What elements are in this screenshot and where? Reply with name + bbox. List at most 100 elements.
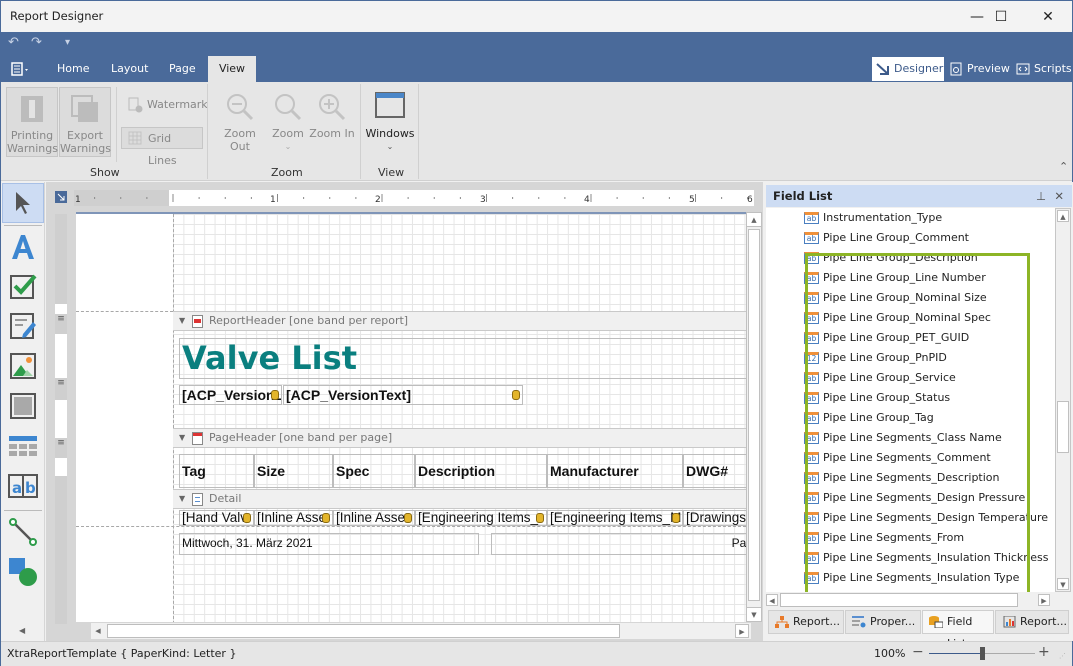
tab-home[interactable]: Home xyxy=(47,56,99,82)
app-menu-button[interactable] xyxy=(5,56,37,82)
detail-field-cell[interactable]: [Engineering Items_ xyxy=(415,510,547,526)
field-list-item[interactable]: 12 Pipe Line Group_PnPID xyxy=(804,348,947,368)
scroll-thumb[interactable] xyxy=(107,624,620,638)
resize-grip-icon[interactable]: ⋰ xyxy=(1059,652,1066,660)
collapse-triangle-icon[interactable]: ▼ xyxy=(179,429,185,447)
detail-field-cell[interactable]: [Drawings xyxy=(683,510,748,526)
field-list-item[interactable]: ab Pipe Line Group_Nominal Spec xyxy=(804,308,991,328)
column-header-cell[interactable]: Size xyxy=(254,454,333,488)
pin-icon[interactable]: ⊥ xyxy=(1036,185,1046,207)
zoom-dropdown-button[interactable]: Zoom ⌄ xyxy=(269,92,307,157)
field-list-item[interactable]: ab Pipe Line Segments_Description xyxy=(804,468,1000,488)
tool-line[interactable] xyxy=(6,515,40,549)
scroll-right-icon[interactable]: ▶ xyxy=(735,624,749,638)
field-list-vertical-scrollbar[interactable]: ▲ ▼ xyxy=(1055,208,1071,592)
scroll-thumb[interactable] xyxy=(1057,401,1069,453)
field-list-item[interactable]: ab Pipe Line Group_Comment xyxy=(804,228,969,248)
tool-panel[interactable] xyxy=(6,389,40,423)
footer-date-field[interactable]: Mittwoch, 31. März 2021 xyxy=(179,533,479,555)
tab-layout[interactable]: Layout xyxy=(101,56,158,82)
tool-pointer[interactable] xyxy=(2,183,44,223)
collapse-triangle-icon[interactable]: ▼ xyxy=(179,490,185,508)
field-list-item[interactable]: ab Instrumentation_Type xyxy=(804,208,942,228)
tab-designer[interactable]: Designer xyxy=(872,57,944,81)
version-text-field[interactable]: [ACP_VersionText] xyxy=(283,385,523,405)
tool-table[interactable] xyxy=(6,429,40,463)
tool-checkbox[interactable] xyxy=(6,269,40,303)
tab-view[interactable]: View xyxy=(208,56,256,82)
band-splitter[interactable]: ≡ xyxy=(55,314,67,334)
scroll-left-icon[interactable]: ◀ xyxy=(91,624,105,638)
column-header-cell[interactable]: Description xyxy=(415,454,547,488)
detail-field-cell[interactable]: [Engineering Items_M xyxy=(547,510,683,526)
design-vertical-scrollbar[interactable]: ▲ ▼ xyxy=(746,212,762,622)
field-list-item[interactable]: ab Pipe Line Segments_Insulation Type xyxy=(804,568,1019,588)
windows-button[interactable]: Windows ⌄ xyxy=(365,92,415,157)
column-header-cell[interactable]: Spec xyxy=(333,454,415,488)
close-panel-icon[interactable]: ✕ xyxy=(1054,185,1064,207)
grid-lines-button[interactable]: Grid Lines xyxy=(121,127,203,167)
panel-tab-report-gallery[interactable]: Report... xyxy=(995,610,1069,634)
customize-qat-button[interactable]: ▾ xyxy=(65,37,70,48)
tab-scripts[interactable]: Scripts xyxy=(1012,57,1073,81)
ruler-corner-button[interactable] xyxy=(55,191,67,203)
column-header-cell[interactable]: Manufacturer xyxy=(547,454,683,488)
tool-rich-text[interactable] xyxy=(6,309,40,343)
scroll-thumb[interactable] xyxy=(748,229,760,601)
tool-label[interactable] xyxy=(6,230,40,264)
tool-shape[interactable] xyxy=(6,555,40,589)
tool-character-comb[interactable]: ab xyxy=(6,469,40,503)
toolbox-scroll-left[interactable]: ◀ xyxy=(19,626,25,635)
column-header-cell[interactable]: DWG# xyxy=(683,454,748,488)
version-label-field[interactable]: [ACP_VersionL xyxy=(179,385,282,405)
detail-field-cell[interactable]: [Hand Valv xyxy=(179,510,254,526)
field-list-horizontal-scrollbar[interactable]: ◀ ▶ xyxy=(766,593,1055,608)
maximize-button[interactable]: ☐ xyxy=(978,1,1024,32)
scroll-right-icon[interactable]: ▶ xyxy=(1038,594,1050,606)
detail-field-cell[interactable]: [Inline Asset xyxy=(333,510,415,526)
collapse-triangle-icon[interactable]: ▼ xyxy=(179,312,185,330)
scroll-up-icon[interactable]: ▲ xyxy=(747,213,761,227)
band-splitter[interactable]: ≡ xyxy=(55,438,67,458)
band-page-header[interactable]: ▼ PageHeader [one band per page] xyxy=(173,428,748,448)
field-list-item[interactable]: ab Pipe Line Segments_Design Pressure xyxy=(804,488,1025,508)
panel-tab-properties[interactable]: Proper... xyxy=(845,610,921,634)
redo-button[interactable]: ↷ xyxy=(31,35,42,50)
field-list-item[interactable]: ab Pipe Line Segments_From xyxy=(804,528,964,548)
detail-field-cell[interactable]: [Inline Asse xyxy=(254,510,333,526)
scroll-thumb[interactable] xyxy=(780,593,1018,607)
collapse-ribbon-button[interactable]: ⌃ xyxy=(1059,160,1068,173)
undo-button[interactable]: ↶ xyxy=(8,35,19,50)
tab-preview[interactable]: Preview xyxy=(945,57,1014,81)
zoom-slider-thumb[interactable] xyxy=(980,647,985,660)
band-detail[interactable]: ▼ Detail xyxy=(173,489,748,509)
field-list-item[interactable]: ab Pipe Line Segments_Comment xyxy=(804,448,991,468)
scroll-down-icon[interactable]: ▼ xyxy=(747,607,761,621)
field-list-item[interactable]: ab Pipe Line Group_Service xyxy=(804,368,956,388)
field-list-item[interactable]: ab Pipe Line Group_Tag xyxy=(804,408,934,428)
tab-page[interactable]: Page xyxy=(159,56,206,82)
tool-picture[interactable] xyxy=(6,349,40,383)
panel-tab-field-list[interactable]: Field List xyxy=(922,610,994,650)
band-splitter[interactable]: ≡ xyxy=(55,378,67,400)
watermark-button[interactable]: Watermark xyxy=(121,94,208,116)
field-list-item[interactable]: ab Pipe Line Segments_Insulation Thicknes… xyxy=(804,548,1049,568)
field-list-item[interactable]: ab Pipe Line Segments_Class Name xyxy=(804,428,1002,448)
field-list-item[interactable]: ab Pipe Line Segments_Design Temperature xyxy=(804,508,1048,528)
panel-tab-report-explorer[interactable]: Report... xyxy=(768,610,844,634)
field-list-item[interactable]: ab Pipe Line Group_Line Number xyxy=(804,268,986,288)
zoom-slider[interactable] xyxy=(929,647,1035,660)
column-header-cell[interactable]: Tag xyxy=(179,454,254,488)
field-list-item[interactable]: ab Pipe Line Group_Description xyxy=(804,248,978,268)
design-horizontal-scrollbar[interactable]: ◀ ▶ xyxy=(91,623,751,639)
scroll-down-icon[interactable]: ▼ xyxy=(1057,578,1069,590)
close-button[interactable]: ✕ xyxy=(1025,1,1071,32)
scroll-up-icon[interactable]: ▲ xyxy=(1057,210,1069,222)
footer-page-field[interactable]: Pag xyxy=(491,533,748,555)
report-title-label[interactable]: Valve List xyxy=(179,338,748,379)
zoom-out-small-button[interactable]: − xyxy=(912,644,924,660)
printing-warnings-button[interactable]: Printing Warnings xyxy=(6,87,58,157)
field-list-item[interactable]: ab Pipe Line Group_Nominal Size xyxy=(804,288,987,308)
field-list-item[interactable]: ab Pipe Line Group_PET_GUID xyxy=(804,328,969,348)
zoom-out-button[interactable]: Zoom Out xyxy=(213,92,267,157)
